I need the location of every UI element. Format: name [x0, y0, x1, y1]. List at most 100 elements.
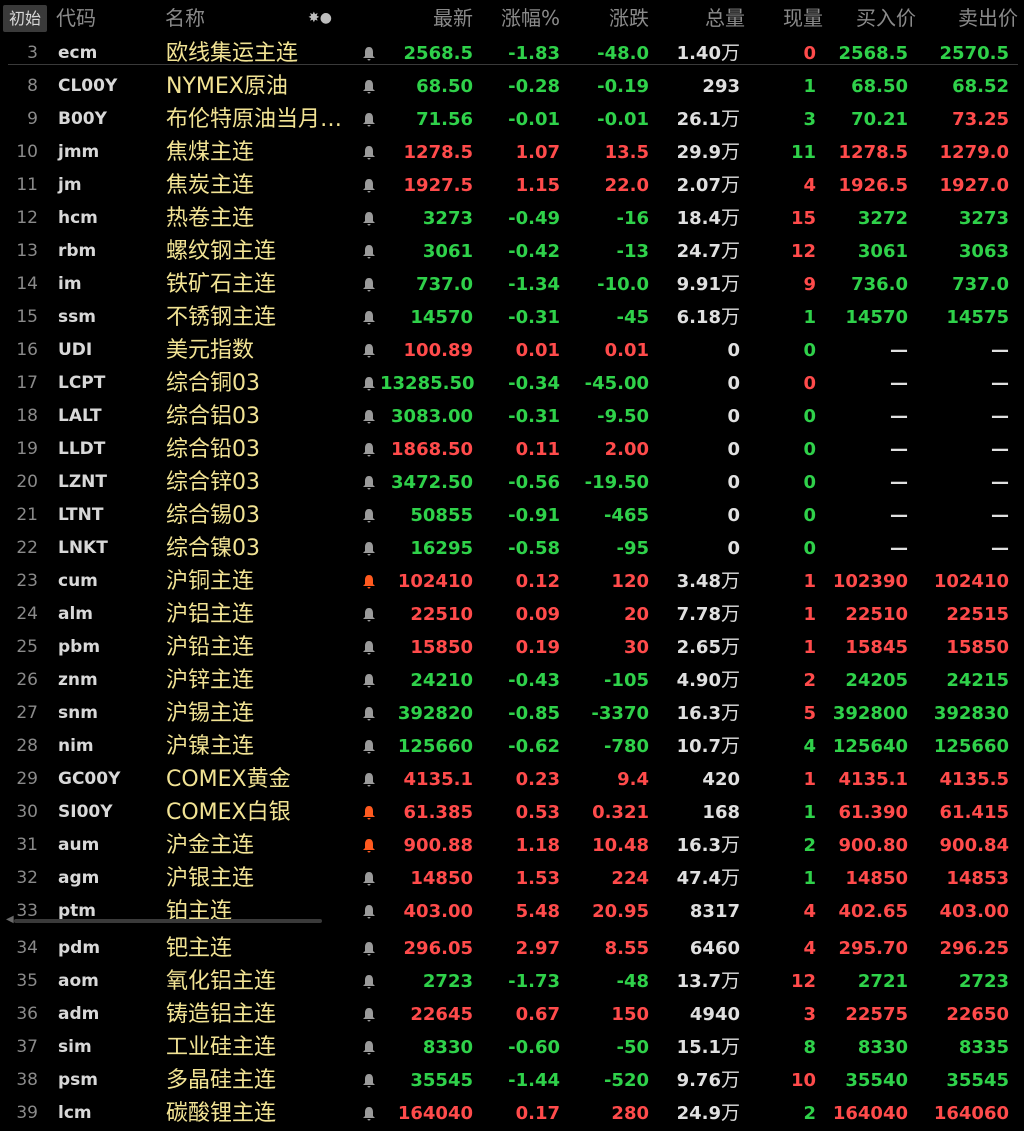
bell-icon[interactable]	[361, 268, 377, 301]
total-volume-value: 16.3	[676, 835, 721, 856]
table-row[interactable]: 37 sim 工业硅主连 8330 -0.60 -50 8 8330 8335 15.1万	[0, 1031, 1024, 1064]
table-row[interactable]: 36 adm 铸造铝主连 22645 0.67 150 3 22575 22650 4940	[0, 998, 1024, 1031]
bell-icon[interactable]	[361, 1031, 377, 1064]
table-row[interactable]: 25 pbm 沪铅主连 15850 0.19 30 1 15845 15850 2.65万	[0, 631, 1024, 664]
bell-icon[interactable]	[361, 730, 377, 763]
header-vol[interactable]: 总量	[690, 0, 745, 37]
contract-name: 综合铝03	[166, 404, 260, 429]
bell-icon[interactable]	[361, 367, 377, 400]
table-row[interactable]: 12 hcm 热卷主连 3273 -0.49 -16 15 3272 3273 18.4万	[0, 202, 1024, 235]
scroll-left-arrow-icon[interactable]: ◀	[6, 914, 14, 925]
bell-icon[interactable]	[361, 664, 377, 697]
table-row[interactable]: 15 ssm 不锈钢主连 14570 -0.31 -45 1 14570 14575 6.18万	[0, 301, 1024, 334]
current-volume: 1	[803, 637, 816, 658]
bell-icon[interactable]	[361, 202, 377, 235]
table-row[interactable]: 30 SI00Y COMEX白银 61.385 0.53 0.321 1 61.390 61.4…	[0, 796, 1024, 829]
contract-code: B00Y	[58, 109, 107, 129]
table-row[interactable]: 10 jmm 焦煤主连 1278.5 1.07 13.5 11 1278.5 1279.0 29.…	[0, 136, 1024, 169]
bell-icon[interactable]	[361, 334, 377, 367]
table-row[interactable]: 9 B00Y 布伦特原油当月… 71.56 -0.01 -0.01 3 70.21 73.25 2…	[0, 103, 1024, 136]
table-row[interactable]: 21 LTNT 综合锡03 50855 -0.91 -465 0 — — 0	[0, 499, 1024, 532]
bell-icon[interactable]	[361, 433, 377, 466]
last-price: 24210	[410, 670, 473, 691]
bell-icon[interactable]	[361, 631, 377, 664]
table-row[interactable]: 39 lcm 碳酸锂主连 164040 0.17 280 2 164040 164060 24.9…	[0, 1097, 1024, 1130]
contract-name: 铂主连	[166, 899, 233, 924]
bell-icon[interactable]	[361, 965, 377, 998]
header-bid[interactable]: 买入价	[836, 0, 916, 37]
table-row[interactable]: 35 aom 氧化铝主连 2723 -1.73 -48 12 2721 2723 13.7万	[0, 965, 1024, 998]
current-volume: 0	[803, 505, 816, 526]
table-row[interactable]: 18 LALT 综合铝03 3083.00 -0.31 -9.50 0 — — 0	[0, 400, 1024, 433]
table-row[interactable]: 32 agm 沪银主连 14850 1.53 224 1 14850 14853 47.4万	[0, 862, 1024, 895]
bell-icon[interactable]	[361, 1064, 377, 1097]
table-row[interactable]: 3 ecm 欧线集运主连 2568.5 -1.83 -48.0 0 2568.5 2570.5 1…	[0, 37, 1024, 70]
alert-bell-icon[interactable]	[361, 565, 377, 598]
total-volume-unit: 万	[720, 174, 740, 196]
bell-icon[interactable]	[361, 1097, 377, 1130]
table-row[interactable]: 33 ptm 铂主连 403.00 5.48 20.95 4 402.65 403.00 8317	[0, 895, 1024, 928]
alert-bell-icon[interactable]	[361, 796, 377, 829]
table-row[interactable]: 17 LCPT 综合铜03 13285.50 -0.34 -45.00 0 — — 0	[0, 367, 1024, 400]
change-amount: 20.95	[592, 901, 649, 922]
contract-code: CL00Y	[58, 76, 118, 96]
row-number: 29	[16, 769, 38, 789]
table-row[interactable]: 29 GC00Y COMEX黄金 4135.1 0.23 9.4 1 4135.1 4135.5…	[0, 763, 1024, 796]
bell-icon[interactable]	[361, 103, 377, 136]
table-row[interactable]: 8 CL00Y NYMEX原油 68.50 -0.28 -0.19 1 68.50 68.52 2…	[0, 70, 1024, 103]
bell-icon[interactable]	[361, 400, 377, 433]
header-last[interactable]: 最新	[420, 0, 473, 37]
change-percent: -0.91	[508, 505, 560, 526]
table-row[interactable]: 22 LNKT 综合镍03 16295 -0.58 -95 0 — — 0	[0, 532, 1024, 565]
bell-icon[interactable]	[361, 37, 377, 70]
header-ask[interactable]: 卖出价	[936, 0, 1018, 37]
bell-icon[interactable]	[361, 136, 377, 169]
header-name[interactable]: 名称	[165, 0, 205, 37]
table-row[interactable]: 27 snm 沪锡主连 392820 -0.85 -3370 5 392800 392830 16…	[0, 697, 1024, 730]
table-row[interactable]: 14 im 铁矿石主连 737.0 -1.34 -10.0 9 736.0 737.0 9.91万	[0, 268, 1024, 301]
header-chg[interactable]: 涨跌	[594, 0, 649, 37]
bell-icon[interactable]	[361, 301, 377, 334]
bell-icon[interactable]	[361, 235, 377, 268]
bid-price: 164040	[832, 1103, 908, 1124]
bell-icon[interactable]	[361, 932, 377, 965]
contract-code: ecm	[58, 43, 98, 63]
bell-icon[interactable]	[361, 895, 377, 928]
bell-icon[interactable]	[361, 598, 377, 631]
init-button[interactable]: 初始	[3, 5, 47, 32]
bell-icon[interactable]	[361, 466, 377, 499]
table-row[interactable]: 28 nim 沪镍主连 125660 -0.62 -780 4 125640 125660 10.…	[0, 730, 1024, 763]
header-pct[interactable]: 涨幅%	[485, 0, 560, 37]
bell-icon[interactable]	[361, 697, 377, 730]
row-number: 15	[16, 307, 38, 327]
ask-price: 22515	[946, 604, 1009, 625]
table-row[interactable]: 13 rbm 螺纹钢主连 3061 -0.42 -13 12 3061 3063 24.7万	[0, 235, 1024, 268]
horizontal-scrollbar[interactable]	[14, 919, 322, 923]
header-now[interactable]: 现量	[768, 0, 823, 37]
bell-icon[interactable]	[361, 862, 377, 895]
table-row[interactable]: 34 pdm 钯主连 296.05 2.97 8.55 4 295.70 296.25 6460	[0, 932, 1024, 965]
table-row[interactable]: 24 alm 沪铝主连 22510 0.09 20 1 22510 22515 7.78万	[0, 598, 1024, 631]
table-row[interactable]: 38 psm 多晶硅主连 35545 -1.44 -520 10 35540 35545 9.76…	[0, 1064, 1024, 1097]
total-volume: 0	[650, 400, 740, 433]
table-row[interactable]: 11 jm 焦炭主连 1927.5 1.15 22.0 4 1926.5 1927.0 2.07万	[0, 169, 1024, 202]
row-number: 39	[16, 1103, 38, 1123]
table-row[interactable]: 20 LZNT 综合锌03 3472.50 -0.56 -19.50 0 — — 0	[0, 466, 1024, 499]
table-row[interactable]: 19 LLDT 综合铅03 1868.50 0.11 2.00 0 — — 0	[0, 433, 1024, 466]
bell-icon[interactable]	[361, 169, 377, 202]
bell-icon[interactable]	[361, 532, 377, 565]
contract-name: 美元指数	[166, 338, 255, 363]
bell-icon[interactable]	[361, 499, 377, 532]
table-row[interactable]: 16 UDI 美元指数 100.89 0.01 0.01 0 — — 0	[0, 334, 1024, 367]
change-percent: -0.56	[508, 472, 560, 493]
table-row[interactable]: 26 znm 沪锌主连 24210 -0.43 -105 2 24205 24215 4.90万	[0, 664, 1024, 697]
header-code[interactable]: 代码	[56, 0, 96, 37]
table-row[interactable]: 31 aum 沪金主连 900.88 1.18 10.48 2 900.80 900.84 16.…	[0, 829, 1024, 862]
bell-icon[interactable]	[361, 998, 377, 1031]
total-volume-unit: 万	[720, 108, 740, 130]
header-settings-icon[interactable]: ✸●	[308, 0, 332, 37]
table-row[interactable]: 23 cum 沪铜主连 102410 0.12 120 1 102390 102410 3.48万	[0, 565, 1024, 598]
alert-bell-icon[interactable]	[361, 829, 377, 862]
bell-icon[interactable]	[361, 763, 377, 796]
bell-icon[interactable]	[361, 70, 377, 103]
